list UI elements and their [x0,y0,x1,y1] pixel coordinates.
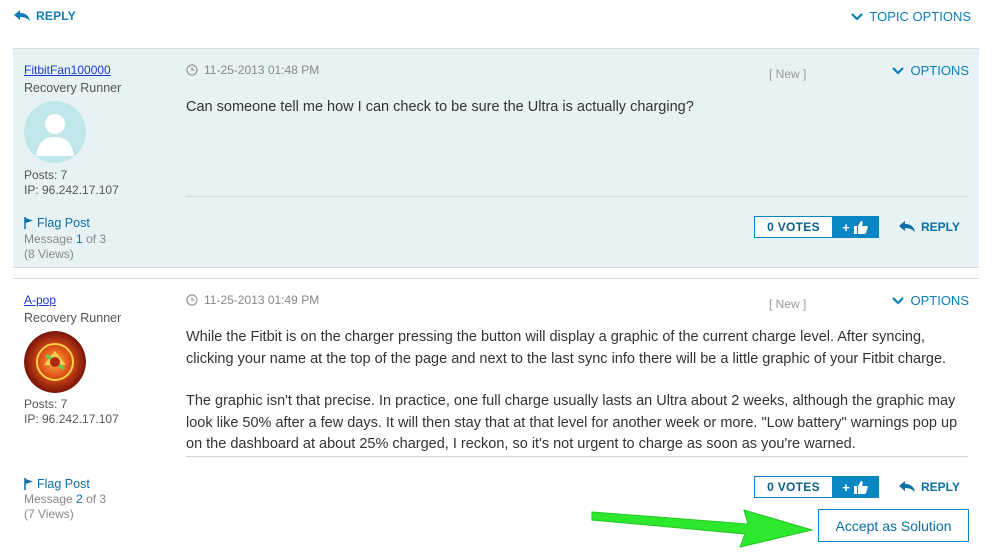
avatar[interactable] [24,101,86,163]
clock-icon [186,64,198,76]
plus-label: + [842,219,850,235]
forum-post: FitbitFan100000 Recovery Runner Posts: 7… [13,48,979,268]
default-user-avatar-icon [24,101,86,163]
post-timestamp: 11-25-2013 01:48 PM [186,63,319,77]
flag-post-label: Flag Post [37,477,90,491]
reply-label: REPLY [921,220,960,234]
message-suffix: of 3 [86,232,107,246]
post-count: Posts: 7 [24,168,68,182]
post-count: Posts: 7 [24,397,68,411]
clock-icon [186,294,198,306]
reply-button[interactable]: REPLY [899,220,960,234]
reply-label: REPLY [921,480,960,494]
author-name-link[interactable]: FitbitFan100000 [24,63,174,77]
post-options-label: OPTIONS [910,293,969,308]
chevron-down-icon [892,66,905,75]
new-tag: [ New ] [769,297,807,311]
reply-arrow-icon [14,10,30,21]
author-stats: Posts: 7 IP: 96.242.17.107 [24,397,119,427]
vote-up-button[interactable]: + [832,217,878,237]
flag-post-link[interactable]: Flag Post [24,477,90,491]
author-name-link[interactable]: A-pop [24,293,174,307]
forum-post: A-pop Recovery Runner Posts: 7 IP: 96.24… [13,278,979,555]
post-options-label: OPTIONS [910,63,969,78]
plus-label: + [842,479,850,495]
message-prefix: Message [24,492,73,506]
vote-up-button[interactable]: + [832,477,878,497]
post-paragraph: The graphic isn't that precise. In pract… [186,393,958,452]
reply-topic-button[interactable]: REPLY [14,9,76,23]
thumbs-up-icon [853,480,868,494]
message-count: Message 1 of 3 (8 Views) [24,232,106,262]
message-suffix: of 3 [86,492,107,506]
author-rank: Recovery Runner [24,311,122,325]
post-paragraph: While the Fitbit is on the charger press… [186,329,947,367]
reply-button[interactable]: REPLY [899,480,960,494]
post-timestamp: 11-25-2013 01:49 PM [186,293,319,307]
timestamp-text: 11-25-2013 01:48 PM [204,63,320,77]
vote-count: 0 VOTES [767,480,820,494]
reply-arrow-icon [899,481,915,492]
topic-options-button[interactable]: TOPIC OPTIONS [851,9,971,24]
vote-count: 0 VOTES [767,220,820,234]
reply-topic-label: REPLY [36,9,76,23]
orange-emblem-avatar-icon [24,331,86,393]
author-stats: Posts: 7 IP: 96.242.17.107 [24,168,119,198]
kudos-widget: 0 VOTES + [754,216,879,238]
kudos-widget: 0 VOTES + [754,476,879,498]
chevron-down-icon [892,296,905,305]
flag-icon [24,478,33,490]
topic-toolbar: REPLY TOPIC OPTIONS [0,0,999,38]
flag-post-label: Flag Post [37,216,90,230]
ip-address: IP: 96.242.17.107 [24,412,119,426]
topic-options-label: TOPIC OPTIONS [869,9,971,24]
author-info: FitbitFan100000 Recovery Runner [24,63,174,95]
avatar[interactable] [24,331,86,393]
post-paragraph: Can someone tell me how I can check to b… [186,99,694,115]
divider [186,196,968,197]
view-count: (8 Views) [24,247,74,261]
reply-arrow-icon [899,221,915,232]
new-tag: [ New ] [769,67,807,81]
author-info: A-pop Recovery Runner [24,293,174,325]
ip-address: IP: 96.242.17.107 [24,183,119,197]
chevron-down-icon [851,12,864,21]
annotation-arrow-icon [591,509,814,548]
post-options-button[interactable]: OPTIONS [892,293,969,308]
message-number-link[interactable]: 1 [76,232,83,246]
view-count: (7 Views) [24,507,74,521]
author-rank: Recovery Runner [24,81,122,95]
thumbs-up-icon [853,220,868,234]
message-number-link[interactable]: 2 [76,492,83,506]
accept-as-solution-button[interactable]: Accept as Solution [818,509,969,542]
message-prefix: Message [24,232,73,246]
flag-icon [24,217,33,229]
flag-post-link[interactable]: Flag Post [24,216,90,230]
divider [186,456,968,457]
message-count: Message 2 of 3 (7 Views) [24,492,106,522]
timestamp-text: 11-25-2013 01:49 PM [204,293,320,307]
post-body: While the Fitbit is on the charger press… [186,327,968,456]
post-options-button[interactable]: OPTIONS [892,63,969,78]
post-body: Can someone tell me how I can check to b… [186,97,968,119]
